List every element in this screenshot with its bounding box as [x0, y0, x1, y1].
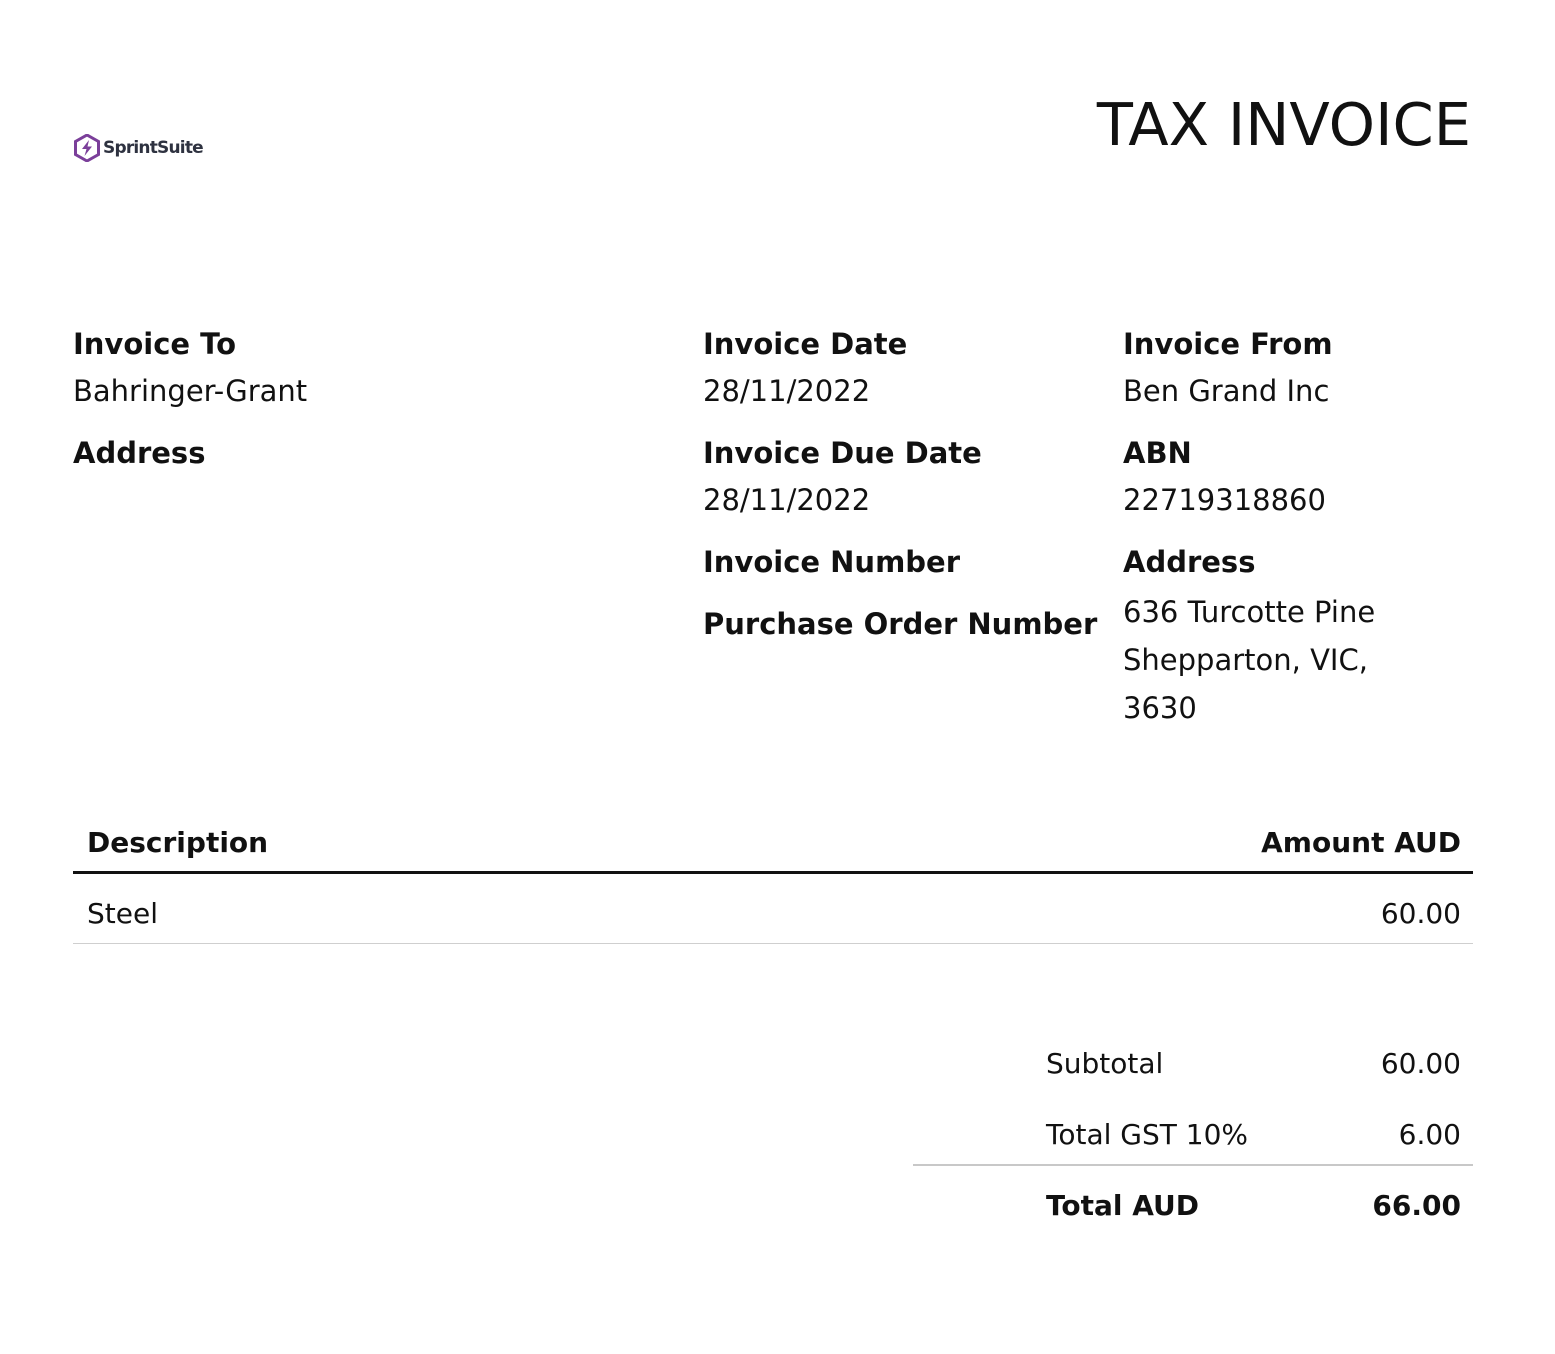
- invoice-date-value: 28/11/2022: [703, 374, 871, 408]
- invoice-to-label: Invoice To: [73, 327, 237, 361]
- row-description: Steel: [87, 897, 158, 930]
- invoice-to-address-label: Address: [73, 436, 206, 470]
- invoice-due-date-value: 28/11/2022: [703, 483, 871, 517]
- sprintsuite-logo-icon: [74, 134, 100, 162]
- gst-value: 6.00: [1398, 1118, 1461, 1151]
- row-amount: 60.00: [1380, 897, 1461, 930]
- invoice-from-label: Invoice From: [1123, 327, 1333, 361]
- invoice-number-label: Invoice Number: [703, 545, 961, 579]
- address-line: 3630: [1123, 691, 1197, 725]
- invoice-from-address-label: Address: [1123, 545, 1256, 579]
- abn-value: 22719318860: [1123, 483, 1326, 517]
- column-header-description: Description: [87, 826, 269, 859]
- subtotal-value: 60.00: [1380, 1047, 1461, 1080]
- abn-label: ABN: [1123, 436, 1192, 470]
- address-line: 636 Turcotte Pine: [1123, 595, 1376, 629]
- invoice-date-label: Invoice Date: [703, 327, 908, 361]
- gst-label: Total GST 10%: [1046, 1118, 1249, 1151]
- company-logo: SprintSuite: [74, 134, 204, 162]
- address-line: Shepparton, VIC,: [1123, 643, 1368, 677]
- document-title: TAX INVOICE: [1096, 90, 1471, 159]
- column-header-amount: Amount AUD: [1261, 826, 1461, 859]
- purchase-order-number-label: Purchase Order Number: [703, 607, 1098, 641]
- totals-divider: [913, 1164, 1473, 1166]
- invoice-due-date-label: Invoice Due Date: [703, 436, 982, 470]
- invoice-to-value: Bahringer-Grant: [73, 374, 308, 408]
- invoice-from-address: 636 Turcotte Pine Shepparton, VIC, 3630: [1123, 588, 1375, 732]
- logo-text: SprintSuite: [103, 138, 204, 158]
- subtotal-label: Subtotal: [1046, 1047, 1164, 1080]
- total-label: Total AUD: [1046, 1189, 1200, 1222]
- table-row-divider: [73, 943, 1473, 944]
- invoice-from-value: Ben Grand Inc: [1123, 374, 1330, 408]
- total-value: 66.00: [1372, 1189, 1461, 1222]
- table-header-divider: [73, 871, 1473, 874]
